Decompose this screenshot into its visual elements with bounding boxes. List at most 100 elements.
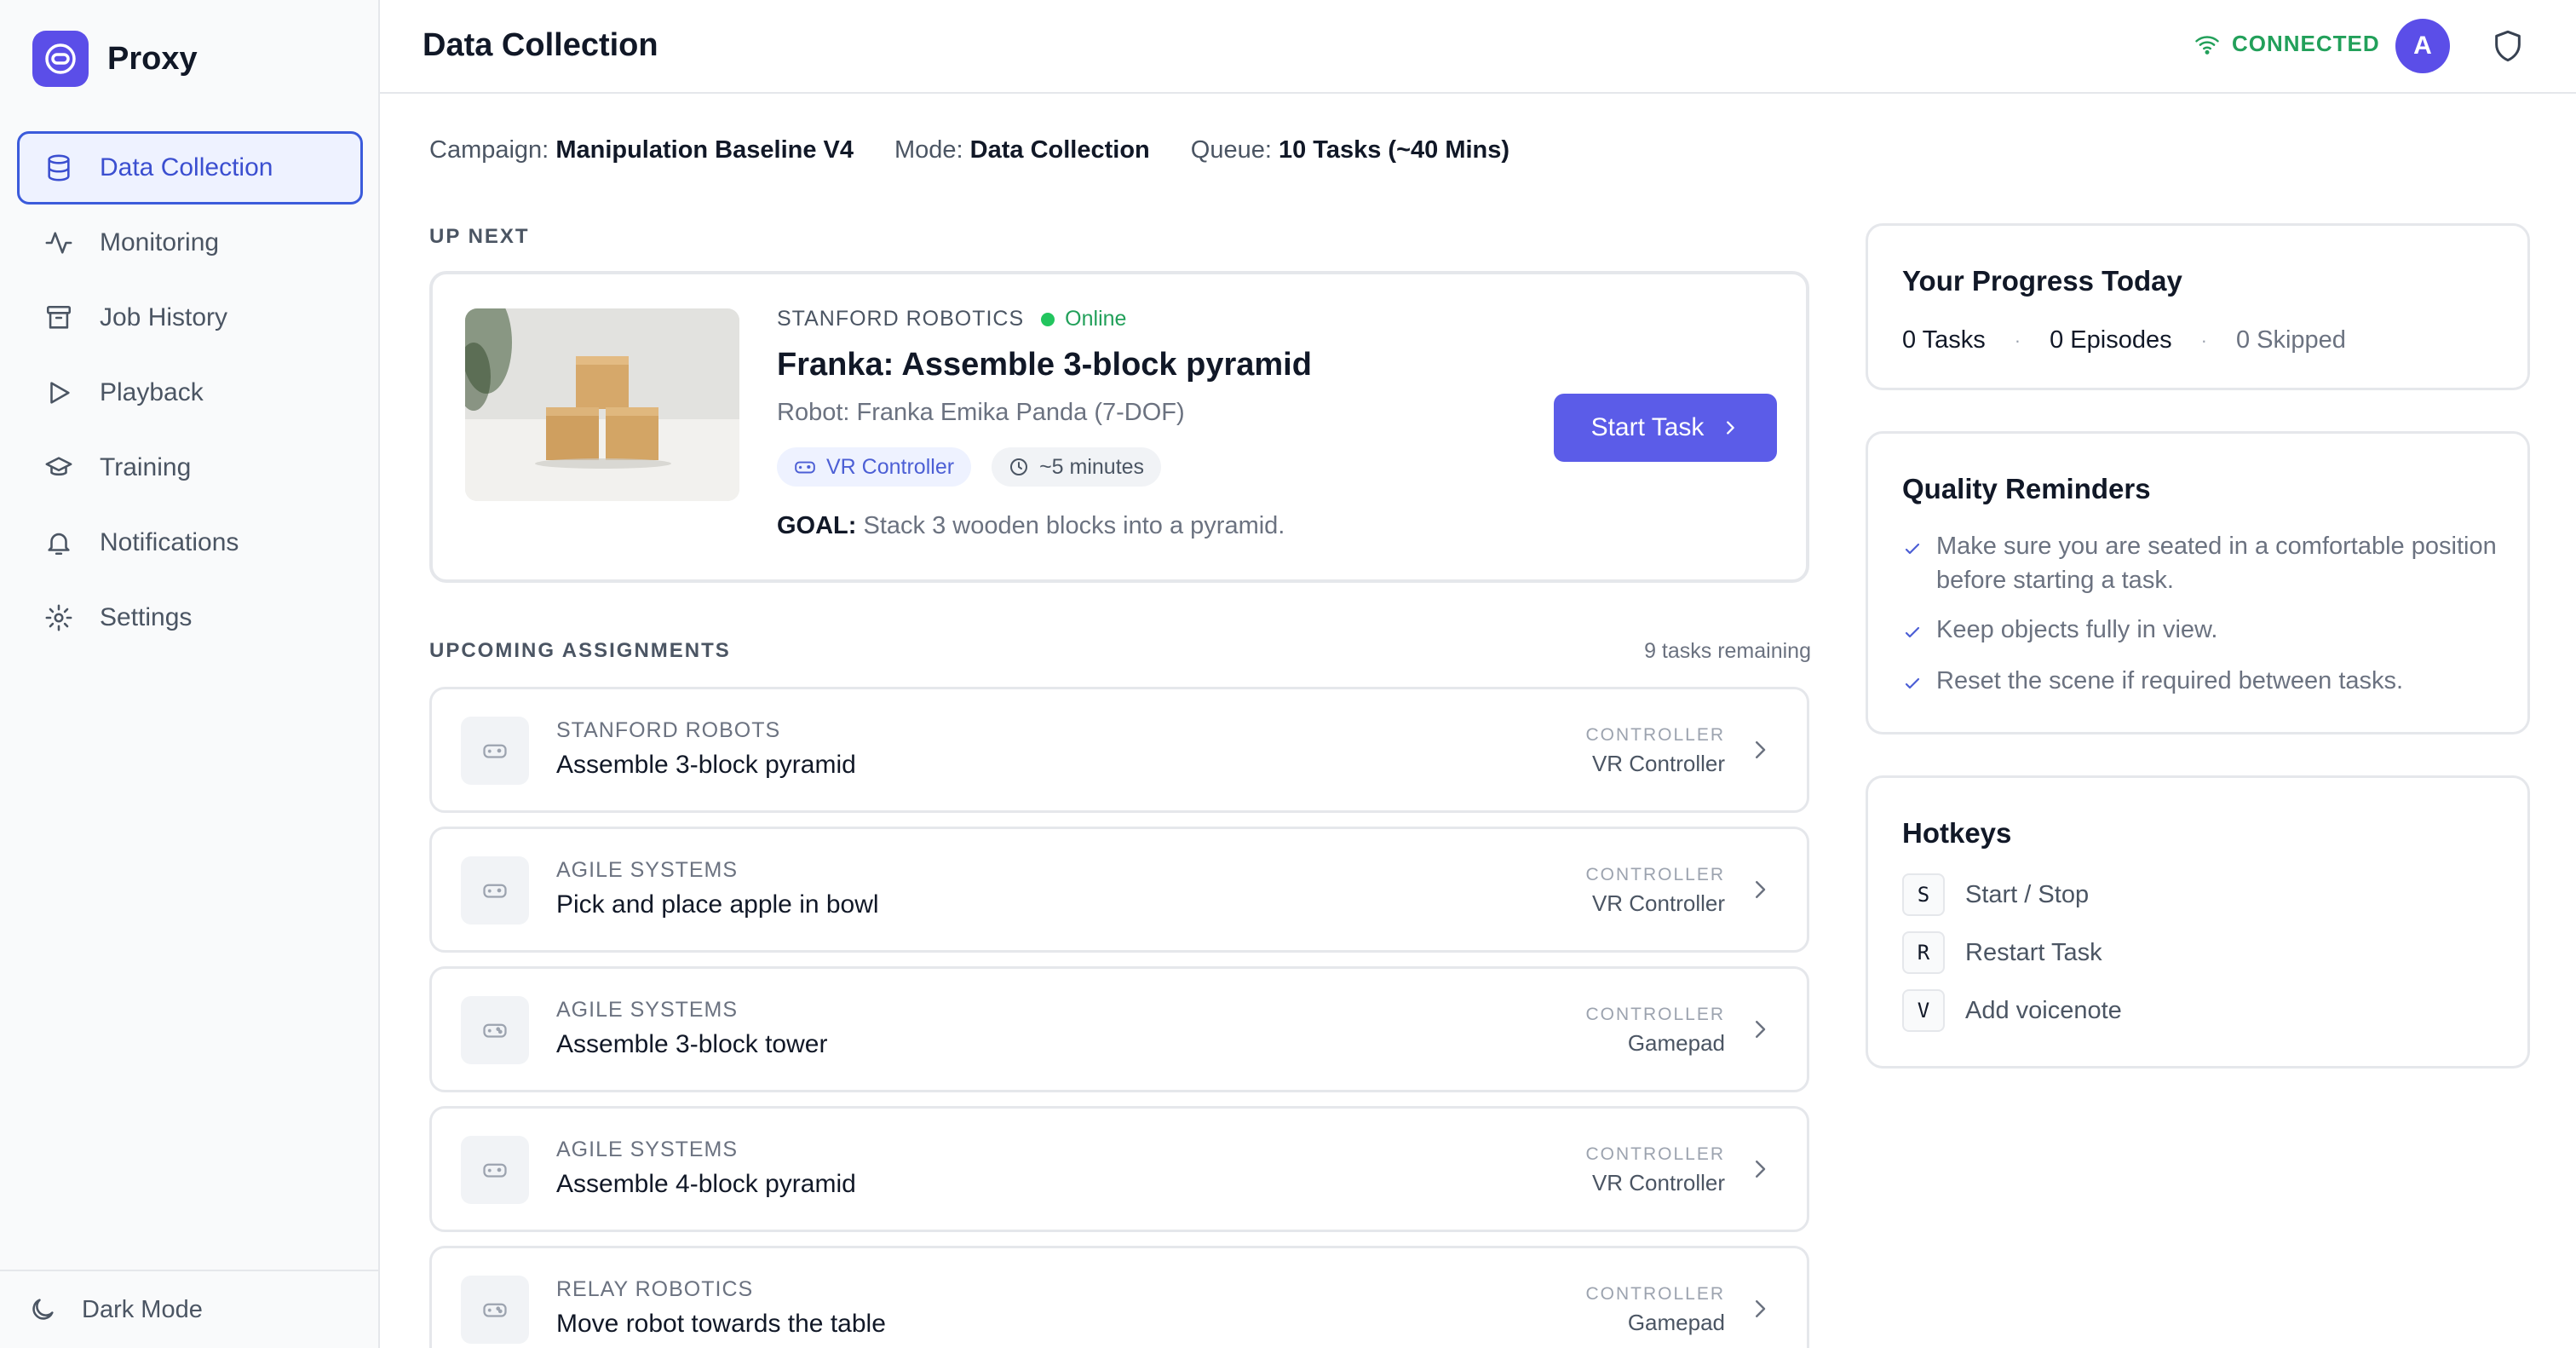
hotkey-key: S <box>1902 873 1945 916</box>
proxy-logo-icon <box>32 31 89 87</box>
database-icon <box>42 151 76 185</box>
dark-mode-label: Dark Mode <box>82 1295 203 1323</box>
campaign-value: Manipulation Baseline V4 <box>555 136 854 164</box>
hotkeys-title: Hotkeys <box>1902 817 2012 849</box>
sidebar-item-label: Notifications <box>100 528 239 556</box>
chevron-right-icon <box>1756 881 1766 898</box>
hotkey-key: V <box>1902 989 1945 1032</box>
hotkey-label: Start / Stop <box>1965 880 2090 908</box>
sidebar-item-label: Settings <box>100 603 193 631</box>
reminders-title: Quality Reminders <box>1902 473 2151 504</box>
robot-description: Robot: Franka Emika Panda (7-DOF) <box>777 399 1185 426</box>
assignment-org: STANFORD ROBOTS <box>556 718 781 742</box>
hotkey-item: R Restart Task <box>1902 931 2102 974</box>
sidebar-item-training[interactable]: Training <box>17 431 363 504</box>
up-next-org-row: STANFORD ROBOTICS Online <box>777 307 1312 331</box>
assignment-org: RELAY ROBOTICS <box>556 1277 754 1301</box>
reminder-item: Keep objects fully in view. <box>1902 613 2498 652</box>
assignment-org: AGILE SYSTEMS <box>556 998 739 1022</box>
sidebar-item-playback[interactable]: Playback <box>17 356 363 429</box>
assignment-controller: VR Controller <box>1591 890 1725 916</box>
play-icon <box>42 376 76 410</box>
top-bar: Data Collection CONNECTED A <box>380 0 2576 94</box>
assignment-list: STANFORD ROBOTS Assemble 3-block pyramid… <box>429 687 1809 1348</box>
progress-title: Your Progress Today <box>1902 265 2182 297</box>
chevron-right-icon <box>1756 1021 1766 1038</box>
up-next-info: STANFORD ROBOTICS Online Franka: Assembl… <box>777 307 1312 540</box>
progress-episodes: 0 Episodes <box>2050 326 2172 354</box>
start-task-label: Start Task <box>1590 413 1705 441</box>
duration-chip: ~5 minutes <box>992 447 1162 487</box>
list-item[interactable]: AGILE SYSTEMS Assemble 3-block tower CON… <box>429 966 1809 1092</box>
check-icon <box>1902 664 1936 703</box>
shield-icon[interactable] <box>2491 29 2525 63</box>
gamepad-icon <box>461 856 529 925</box>
sidebar-item-monitoring[interactable]: Monitoring <box>17 206 363 279</box>
reminder-text: Make sure you are seated in a comfortabl… <box>1936 533 2497 594</box>
brand[interactable]: Proxy <box>32 31 198 87</box>
brand-name: Proxy <box>107 40 198 77</box>
duration-chip-label: ~5 minutes <box>1039 454 1145 479</box>
bell-icon <box>42 526 76 560</box>
main-content: Data Collection CONNECTED A Campaign: Ma… <box>380 0 2576 1348</box>
hotkey-label: Restart Task <box>1965 938 2102 966</box>
list-item[interactable]: RELAY ROBOTICS Move robot towards the ta… <box>429 1246 1809 1348</box>
connection-status: CONNECTED <box>2194 31 2380 57</box>
controller-label: CONTROLLER <box>1585 865 1725 884</box>
hotkey-key: R <box>1902 931 1945 974</box>
clock-icon <box>1010 458 1028 475</box>
sidebar-item-label: Monitoring <box>100 228 220 256</box>
dark-mode-toggle[interactable]: Dark Mode <box>0 1270 378 1348</box>
hotkey-item: V Add voicenote <box>1902 989 2122 1032</box>
controller-chip: VR Controller <box>777 447 972 487</box>
hotkey-label: Add voicenote <box>1965 996 2122 1024</box>
list-item[interactable]: AGILE SYSTEMS Assemble 4-block pyramid C… <box>429 1106 1809 1232</box>
reminder-text: Keep objects fully in view. <box>1936 616 2218 643</box>
avatar[interactable]: A <box>2395 19 2450 73</box>
reminder-text: Reset the scene if required between task… <box>1936 667 2404 694</box>
moon-icon <box>26 1293 60 1327</box>
assignment-title: Assemble 3-block tower <box>556 1030 828 1058</box>
mode-value: Data Collection <box>969 136 1150 164</box>
gamepad-icon <box>461 717 529 785</box>
separator-dot: · <box>2200 329 2207 351</box>
reminder-item: Make sure you are seated in a comfortabl… <box>1902 529 2498 597</box>
controller-chip-label: VR Controller <box>826 454 955 479</box>
sidebar-item-data-collection[interactable]: Data Collection <box>17 131 363 205</box>
list-item[interactable]: AGILE SYSTEMS Pick and place apple in bo… <box>429 827 1809 953</box>
assignment-title: Assemble 4-block pyramid <box>556 1170 856 1198</box>
activity-icon <box>42 226 76 260</box>
campaign-info: Campaign: Manipulation Baseline V4 <box>429 136 854 164</box>
task-goal: GOAL: Stack 3 wooden blocks into a pyram… <box>777 512 1312 540</box>
controller-label: CONTROLLER <box>1585 1144 1725 1164</box>
up-next-org: STANFORD ROBOTICS <box>777 307 1025 331</box>
task-chips: VR Controller ~5 minutes <box>777 447 1312 487</box>
check-icon <box>1902 613 1936 652</box>
gamepad-icon <box>461 1136 529 1204</box>
assignment-controller: Gamepad <box>1627 1030 1725 1056</box>
archive-icon <box>42 301 76 335</box>
sidebar-item-job-history[interactable]: Job History <box>17 281 363 354</box>
tasks-remaining: 9 tasks remaining <box>1644 639 1811 663</box>
sidebar-item-label: Training <box>100 453 192 481</box>
sidebar-item-notifications[interactable]: Notifications <box>17 506 363 579</box>
sidebar-item-label: Playback <box>100 378 204 406</box>
online-status: Online <box>1065 307 1127 331</box>
gamepad-icon <box>795 461 815 474</box>
page-title: Data Collection <box>423 27 658 63</box>
assignment-controller: VR Controller <box>1591 751 1725 776</box>
task-image <box>465 308 739 501</box>
chevron-right-icon <box>1756 741 1766 758</box>
assignment-controller: Gamepad <box>1627 1310 1725 1335</box>
assignment-title: Move robot towards the table <box>556 1310 886 1338</box>
sidebar-item-settings[interactable]: Settings <box>17 581 363 654</box>
campaign-meta: Campaign: Manipulation Baseline V4 Mode:… <box>429 136 1550 164</box>
list-item[interactable]: STANFORD ROBOTS Assemble 3-block pyramid… <box>429 687 1809 813</box>
campaign-label: Campaign: <box>429 136 549 164</box>
start-task-button[interactable]: Start Task <box>1554 394 1777 462</box>
gear-icon <box>42 601 76 635</box>
connection-status-label: CONNECTED <box>2232 31 2380 56</box>
up-next-title: Franka: Assemble 3-block pyramid <box>777 347 1312 383</box>
sidebar-item-label: Data Collection <box>100 153 273 181</box>
reminder-item: Reset the scene if required between task… <box>1902 664 2498 703</box>
